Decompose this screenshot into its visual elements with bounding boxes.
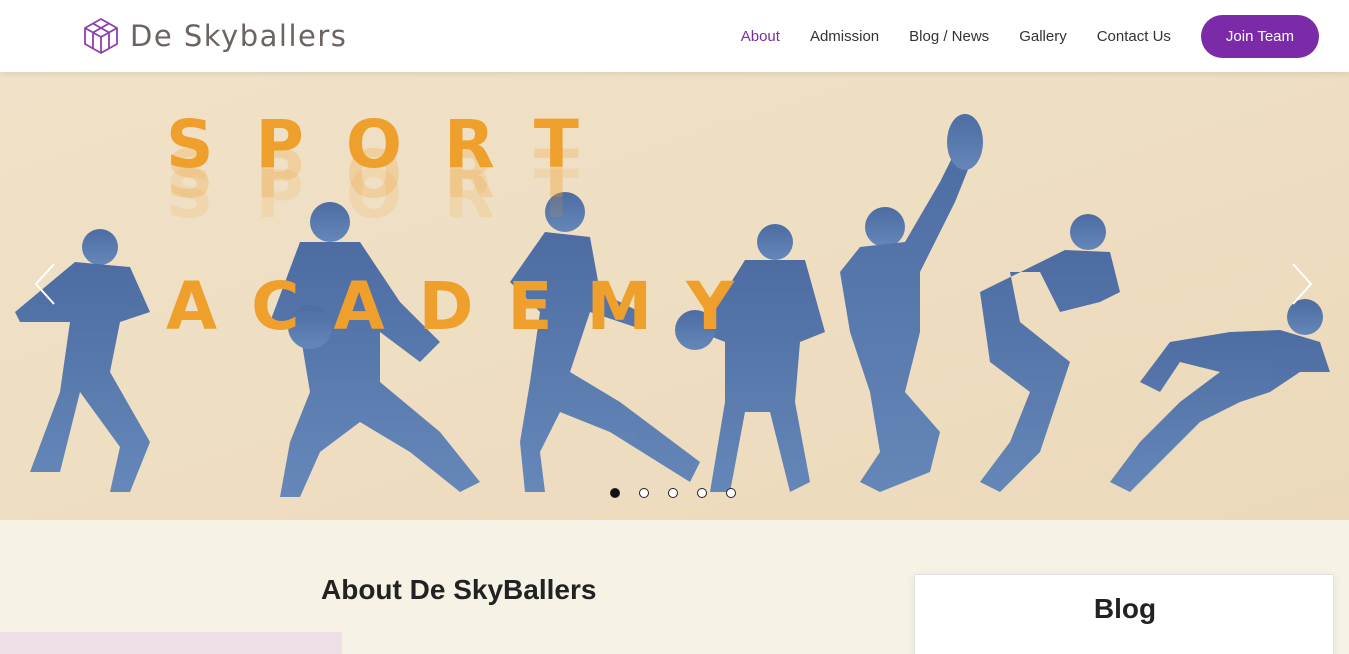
chevron-left-icon xyxy=(34,263,55,305)
carousel-dot-2[interactable] xyxy=(639,488,649,498)
carousel-dot-1[interactable] xyxy=(610,488,620,498)
nav-contact-us[interactable]: Contact Us xyxy=(1097,28,1171,45)
hero-title-line2: ACADEMY xyxy=(166,268,768,345)
brand-name: De Skyballers xyxy=(130,19,348,53)
hero-title-line1: SPORT xyxy=(166,106,621,183)
blog-sidebar-card: Blog xyxy=(914,574,1334,654)
nav-gallery[interactable]: Gallery xyxy=(1019,28,1067,45)
main-nav: About Admission Blog / News Gallery Cont… xyxy=(711,0,1319,72)
cube-logo-icon xyxy=(84,18,118,54)
about-image-placeholder xyxy=(0,632,342,654)
site-header: De Skyballers About Admission Blog / New… xyxy=(0,0,1349,72)
about-heading: About De SkyBallers xyxy=(321,574,597,605)
carousel-next-button[interactable] xyxy=(1287,262,1317,306)
carousel-indicators xyxy=(610,488,755,498)
carousel-dot-4[interactable] xyxy=(697,488,707,498)
hero-carousel: SPORT SPORT SPORT ACADEMY xyxy=(0,72,1349,520)
join-team-button[interactable]: Join Team xyxy=(1200,14,1319,58)
carousel-prev-button[interactable] xyxy=(30,262,60,306)
brand-logo[interactable]: De Skyballers xyxy=(82,16,347,56)
chevron-right-icon xyxy=(1292,263,1313,305)
nav-blog-news[interactable]: Blog / News xyxy=(909,28,989,45)
carousel-dot-3[interactable] xyxy=(668,488,678,498)
nav-about[interactable]: About xyxy=(741,28,780,45)
blog-heading: Blog xyxy=(1093,593,1157,624)
nav-admission[interactable]: Admission xyxy=(810,28,879,45)
carousel-dot-5[interactable] xyxy=(726,488,736,498)
